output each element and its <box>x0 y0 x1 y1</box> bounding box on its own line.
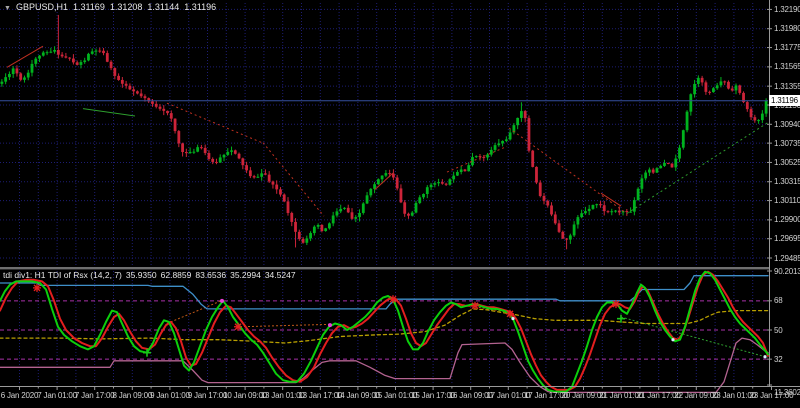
price-axis[interactable] <box>769 0 800 386</box>
quote-low: 1.31144 <box>147 2 180 12</box>
indicator-value-3: 83.6536 <box>195 270 227 280</box>
chart-canvas[interactable] <box>0 0 800 408</box>
chevron-down-icon[interactable]: ▼ <box>4 5 11 12</box>
indicator-value-4: 35.2994 <box>230 270 261 280</box>
symbol-timeframe-label: GBPUSD,H1 <box>15 2 68 12</box>
tdi-lower-volatility-band <box>0 337 769 394</box>
quote-high: 1.31208 <box>109 2 143 12</box>
signal-dot-icon <box>671 338 675 342</box>
signal-dot-icon <box>763 355 767 359</box>
trendlines[interactable] <box>6 45 769 217</box>
time-axis[interactable] <box>0 387 800 408</box>
tdi-level-lines <box>0 300 768 360</box>
indicator-value-5: 34.5247 <box>264 270 296 280</box>
indicator-title: tdi div1: H1 TDI of Rsx (14,2, 7) <box>3 270 122 280</box>
indicator-label: tdi div1: H1 TDI of Rsx (14,2, 7) 35.9350… <box>3 270 296 280</box>
chart-header: ▼ GBPUSD,H1 1.31169 1.31208 1.31144 1.31196 <box>4 2 216 12</box>
mt4-chart-window: ▼ GBPUSD,H1 1.31169 1.31208 1.31144 1.31196 t… <box>0 0 800 408</box>
indicator-value-1: 35.9350 <box>125 270 157 280</box>
grid-lines <box>0 3 768 385</box>
indicator-value-2: 62.8859 <box>160 270 192 280</box>
signal-dot-icon <box>511 317 515 321</box>
quote-open: 1.31169 <box>72 2 105 12</box>
signal-dot-icon <box>220 298 224 303</box>
quote-close: 1.31196 <box>184 2 217 12</box>
signal-dot-icon <box>328 323 332 328</box>
candlestick-series[interactable] <box>0 14 768 250</box>
